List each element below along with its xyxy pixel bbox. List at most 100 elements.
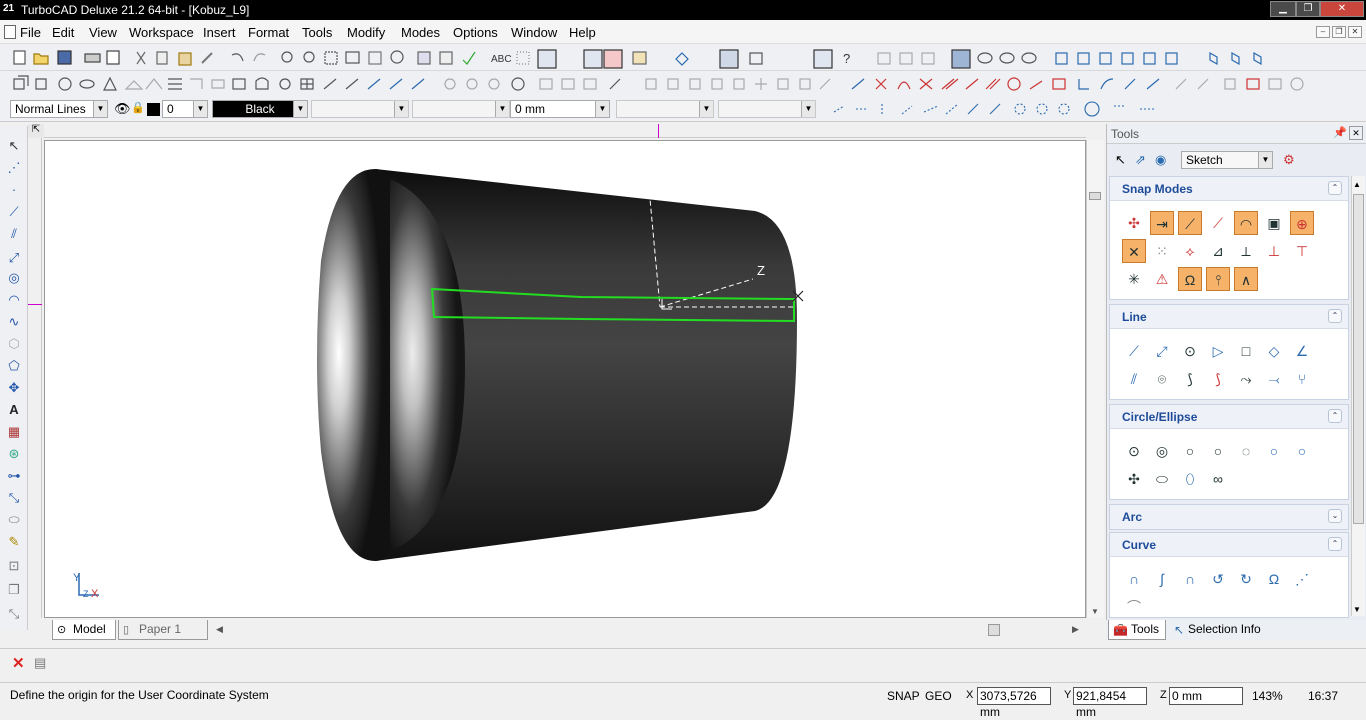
chevron-down-icon[interactable]: ▼ [1258,152,1272,168]
panel-scrollbar[interactable]: ▲ ▼ [1351,176,1365,616]
section-line-header[interactable]: Line ⌃ [1110,305,1348,329]
app-icon[interactable]: 21 [3,3,14,14]
line-icon[interactable]: ⟋ [6,204,22,220]
curve-helix-icon[interactable]: ↻ [1234,567,1258,591]
section-snap-modes-header[interactable]: Snap Modes ⌃ [1110,177,1348,201]
line-split-icon[interactable]: ⤙ [1262,367,1286,391]
snap-target-icon[interactable]: ⊕ [1290,211,1314,235]
double-line-icon[interactable]: ⫽ [6,226,22,242]
circle-tangent-icon[interactable]: ◌ [1234,439,1258,463]
drawing-viewport[interactable]: Z Y Z X [44,140,1086,618]
snap-parallel-icon[interactable]: ⊿ [1206,239,1230,263]
line-perpendicular-icon[interactable]: ⟆ [1206,367,1230,391]
snap-arc-icon[interactable]: ◠ [1234,211,1258,235]
move-icon[interactable]: ✥ [6,380,22,396]
tab-paper[interactable]: ▯ Paper 1 [118,620,208,640]
menu-modes[interactable]: Modes [401,25,440,40]
scale-tool-icon[interactable]: ⤡ [6,606,22,622]
list-icon[interactable]: ▤ [34,655,46,671]
chevron-down-icon[interactable]: ▼ [495,101,509,117]
tool-category-select[interactable]: Sketch ▼ [1181,151,1273,169]
line-rectangle-icon[interactable]: □ [1234,339,1258,363]
menu-window[interactable]: Window [511,25,557,40]
curve-points-icon[interactable]: ⋰ [1290,567,1314,591]
menu-workspace[interactable]: Workspace [129,25,194,40]
section-curve-header[interactable]: Curve ⌃ [1110,533,1348,557]
shape-icon[interactable]: ⬡ [6,336,22,352]
cylinder-cap[interactable] [317,169,390,561]
menu-options[interactable]: Options [453,25,498,40]
ellipse-rectangle-icon[interactable]: ∞ [1206,467,1230,491]
paint-icon[interactable]: ✎ [6,534,22,550]
panel-scroll-thumb[interactable] [1353,194,1364,524]
text-icon[interactable]: A [6,402,22,418]
scroll-down-icon[interactable]: ▼ [1091,607,1099,616]
snap-center-icon[interactable]: ⟋ [1178,211,1202,235]
vertical-scrollbar[interactable]: ▼ [1086,140,1104,618]
curve-bezier-icon[interactable]: ∫ [1150,567,1174,591]
line-parallel-icon[interactable]: ⫽ [1122,367,1146,391]
point-icon[interactable]: ⋰ [6,160,22,176]
palette-options-icon[interactable]: ⚙ [1283,152,1295,168]
ruler-origin-icon[interactable]: ⇱ [28,124,44,138]
collapse-icon[interactable]: ⌃ [1328,309,1342,323]
snap-extension-icon[interactable]: ⊤ [1290,239,1314,263]
chevron-down-icon[interactable]: ▼ [394,101,408,117]
pattern-select[interactable]: ▼ [412,100,510,118]
line-tangent-circle-icon[interactable]: ⌾ [1150,367,1174,391]
circle-2-point-icon[interactable]: ○ [1178,439,1202,463]
expand-icon[interactable]: ⌄ [1328,509,1342,523]
hatch-icon[interactable]: ▦ [6,424,22,440]
curve-partial-icon[interactable]: ⌒ [1122,595,1146,617]
snap-vertex-icon[interactable]: ✣ [1122,211,1146,235]
menu-view[interactable]: View [89,25,117,40]
circle-concentric-icon[interactable]: ◎ [1150,439,1174,463]
curve-sketch-icon[interactable]: ↺ [1206,567,1230,591]
ellipse-rotated-icon[interactable]: ⬯ [1178,467,1202,491]
panel-close-icon[interactable]: ✕ [1349,126,1363,140]
x-coordinate-field[interactable]: 3073,5726 mm [977,687,1051,719]
curve-spline-icon[interactable]: ∩ [1122,567,1146,591]
mdi-minimize-button[interactable]: – [1316,26,1330,38]
chevron-down-icon[interactable]: ▼ [93,101,107,117]
layer-select[interactable]: 0 ▼ [162,100,208,118]
collapse-icon[interactable]: ⌃ [1328,409,1342,423]
scroll-right-icon[interactable]: ▶ [1072,624,1079,635]
vscroll-thumb[interactable] [1089,192,1101,200]
snap-arrow-icon[interactable]: ⇗ [1135,152,1146,168]
globe-icon[interactable]: ◉ [1155,152,1166,168]
snap-endpoint-icon[interactable]: ⊥ [1262,239,1286,263]
z-coordinate-field[interactable]: 0 mm [1169,687,1243,705]
curve-arc-icon[interactable]: ∩ [1178,567,1202,591]
menu-insert[interactable]: Insert [203,25,236,40]
curve-icon[interactable]: ∿ [6,314,22,330]
snap-drawing-aid-icon[interactable]: ⚠ [1150,267,1174,291]
collapse-icon[interactable]: ⌃ [1328,537,1342,551]
geo-toggle[interactable]: GEO [925,689,952,703]
close-button[interactable]: ✕ [1320,1,1364,17]
scroll-up-icon[interactable]: ▲ [1353,180,1361,189]
circle-tangent-2-icon[interactable]: ○ [1262,439,1286,463]
copy-tool-icon[interactable]: ❐ [6,582,22,598]
collapse-icon[interactable]: ⌃ [1328,181,1342,195]
document-icon[interactable] [4,25,16,39]
circle-tangent-3-icon[interactable]: ○ [1290,439,1314,463]
pin-icon[interactable]: 📌 [1333,126,1347,139]
chevron-down-icon[interactable]: ▼ [193,101,207,117]
tab-tools[interactable]: 🧰 Tools [1108,620,1166,640]
line-bisector-icon[interactable]: ⤳ [1234,367,1258,391]
section-circle-header[interactable]: Circle/Ellipse ⌃ [1110,405,1348,429]
line-diamond-icon[interactable]: ◇ [1262,339,1286,363]
drawing-canvas[interactable]: Z Y Z X [45,141,1086,618]
snap-tangent-icon[interactable]: ⟡ [1178,239,1202,263]
chevron-down-icon[interactable]: ▼ [293,101,307,117]
eye-icon[interactable]: 👁 [114,101,131,117]
mdi-restore-button[interactable]: ❐ [1332,26,1346,38]
line-polygon-icon[interactable]: ▷ [1206,339,1230,363]
tab-model[interactable]: ⊙ Model [52,620,116,640]
minimize-button[interactable]: ▁ [1270,1,1296,17]
frame-icon[interactable]: ⊡ [6,558,22,574]
arc-icon[interactable]: ◠ [6,292,22,308]
snap-free-icon[interactable]: ✳ [1122,267,1146,291]
select-arrow-icon[interactable]: ↖ [1115,152,1126,168]
